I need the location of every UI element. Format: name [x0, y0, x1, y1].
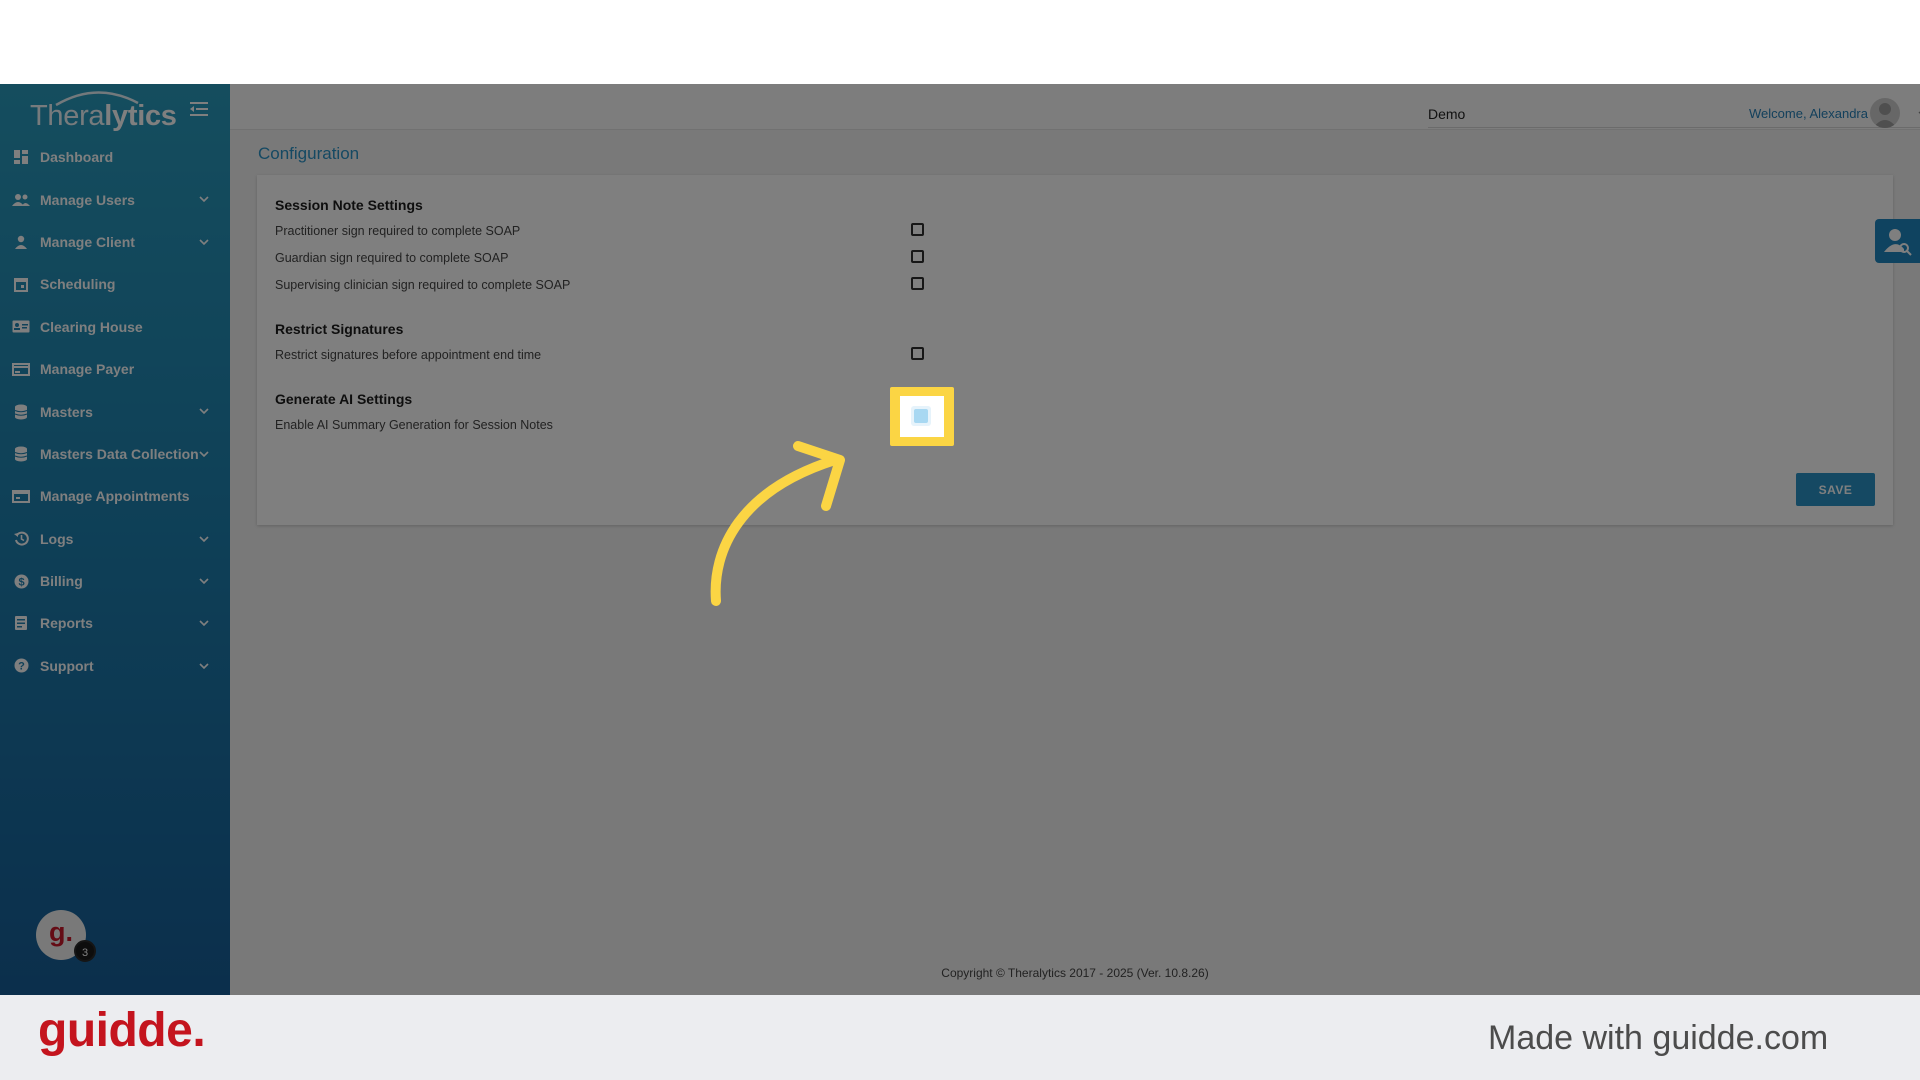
sidebar-item-label: Support — [40, 657, 94, 674]
organization-value: Demo — [1428, 106, 1466, 122]
restrict-signatures-checkbox[interactable] — [911, 347, 924, 360]
sidebar-item-manage-payer[interactable]: Manage Payer — [0, 348, 230, 390]
dashboard-icon — [12, 148, 30, 166]
sidebar-item-label: Billing — [40, 573, 83, 590]
help-icon: ? — [12, 657, 30, 675]
sidebar-item-manage-appointments[interactable]: Manage Appointments — [0, 475, 230, 517]
sidebar-item-masters[interactable]: Masters — [0, 390, 230, 432]
chevron-down-icon — [199, 535, 209, 542]
report-icon — [12, 614, 30, 632]
made-with-text: Made with guidde.com — [1488, 1019, 1829, 1057]
configuration-card: Session Note Settings Practitioner sign … — [257, 175, 1893, 525]
sidebar-item-label: Manage Payer — [40, 361, 135, 378]
option-label: Guardian sign required to complete SOAP — [275, 251, 509, 265]
user-search-icon — [1884, 229, 1912, 256]
sidebar: Theralytics Dashboard Manage Users Manag… — [0, 84, 230, 995]
theralytics-logo[interactable]: Theralytics — [30, 100, 177, 133]
chevron-down-icon — [199, 451, 209, 457]
appointments-icon — [12, 487, 30, 505]
copyright-text: Copyright © Theralytics 2017 - 2025 (Ver… — [941, 966, 1209, 980]
pointer-arrow-icon — [710, 441, 845, 606]
id-card-icon — [12, 318, 30, 336]
sidebar-item-logs[interactable]: Logs — [0, 518, 230, 560]
sidebar-item-dashboard[interactable]: Dashboard — [0, 136, 230, 178]
database-icon — [12, 445, 30, 463]
highlighted-ai-summary-checkbox[interactable] — [911, 406, 931, 426]
practitioner-sign-checkbox[interactable] — [911, 223, 924, 236]
guidde-logo: guidde. — [38, 1004, 206, 1057]
person-icon — [12, 233, 30, 251]
history-icon — [12, 530, 30, 548]
sidebar-item-scheduling[interactable]: Scheduling — [0, 263, 230, 305]
sidebar-item-label: Masters Data Collection — [40, 445, 199, 462]
supervising-clinician-sign-checkbox[interactable] — [911, 277, 924, 290]
sidebar-item-support[interactable]: ? Support — [0, 645, 230, 687]
sidebar-item-label: Scheduling — [40, 276, 116, 293]
user-search-tab[interactable] — [1875, 219, 1920, 263]
page-title: Configuration — [258, 144, 360, 163]
svg-text:?: ? — [18, 661, 25, 673]
calendar-icon — [12, 275, 30, 293]
highlight-spotlight — [900, 396, 944, 437]
chevron-down-icon — [199, 196, 209, 203]
sidebar-item-billing[interactable]: $ Billing — [0, 560, 230, 602]
svg-text:$: $ — [18, 576, 24, 588]
main-content: Demo Welcome, Alexandra Configuration Se… — [230, 84, 1920, 995]
sidebar-item-reports[interactable]: Reports — [0, 602, 230, 644]
section-title-session-note: Session Note Settings — [275, 197, 423, 213]
guidde-banner: guidde. Made with guidde.com — [0, 995, 1920, 1080]
payer-card-icon — [12, 360, 30, 378]
sidebar-item-label: Clearing House — [40, 318, 143, 335]
section-title-restrict-signatures: Restrict Signatures — [275, 321, 404, 337]
user-avatar-icon — [1873, 103, 1897, 128]
option-label: Practitioner sign required to complete S… — [275, 224, 521, 238]
logo-row: Theralytics — [0, 84, 230, 136]
users-icon — [12, 191, 30, 209]
sidebar-item-label: Dashboard — [40, 149, 114, 166]
option-label: Supervising clinician sign required to c… — [275, 278, 571, 292]
chevron-down-icon — [199, 239, 209, 245]
sidebar-item-manage-users[interactable]: Manage Users — [0, 178, 230, 220]
sidebar-nav: Dashboard Manage Users Manage Client Sch… — [0, 136, 230, 687]
dollar-icon: $ — [12, 572, 30, 590]
option-label: Restrict signatures before appointment e… — [275, 348, 542, 362]
chevron-down-icon — [199, 663, 209, 669]
menu-collapse-icon[interactable] — [188, 100, 210, 118]
sidebar-item-manage-client[interactable]: Manage Client — [0, 221, 230, 263]
chevron-down-icon — [199, 620, 209, 627]
option-label: Enable AI Summary Generation for Session… — [275, 418, 553, 432]
checkbox-check-icon — [914, 409, 928, 423]
sidebar-item-label: Reports — [40, 615, 93, 632]
highlight-frame — [890, 387, 954, 446]
save-button[interactable]: SAVE — [1796, 473, 1875, 506]
welcome-user-link[interactable]: Welcome, Alexandra — [1749, 106, 1868, 121]
sidebar-item-label: Manage Appointments — [40, 488, 190, 505]
database-icon — [12, 403, 30, 421]
guardian-sign-checkbox[interactable] — [911, 250, 924, 263]
sidebar-item-masters-data-collection[interactable]: Masters Data Collection — [0, 433, 230, 475]
sidebar-item-clearing-house[interactable]: Clearing House — [0, 306, 230, 348]
sidebar-item-label: Manage Users — [40, 191, 135, 208]
notification-badge: 3 — [74, 940, 96, 962]
section-title-generate-ai: Generate AI Settings — [275, 391, 413, 407]
user-avatar[interactable] — [1870, 98, 1900, 128]
sidebar-item-label: Logs — [40, 530, 74, 547]
chevron-down-icon — [199, 578, 209, 585]
sidebar-item-label: Manage Client — [40, 233, 135, 250]
sidebar-item-label: Masters — [40, 403, 93, 420]
top-bar: Demo Welcome, Alexandra — [230, 84, 1920, 130]
chevron-down-icon — [199, 408, 209, 415]
